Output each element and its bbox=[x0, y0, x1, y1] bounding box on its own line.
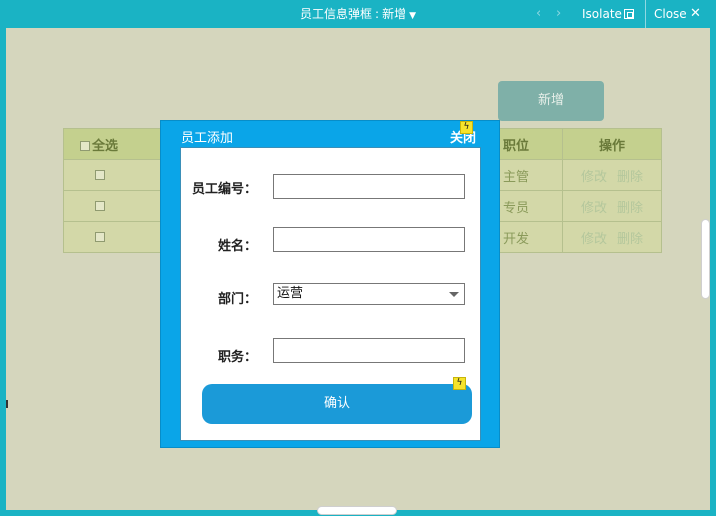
horizontal-scrollbar[interactable] bbox=[317, 506, 397, 515]
position-input[interactable] bbox=[273, 338, 465, 363]
position-header: 职位 bbox=[499, 128, 563, 160]
position-label: 职务： bbox=[217, 350, 257, 365]
chevron-down-icon[interactable] bbox=[449, 292, 459, 297]
title-bar: 员工信息弹框: 新增 ▼ ‹ › Isolate Close ✕ bbox=[0, 0, 716, 28]
delete-link[interactable]: 删除 bbox=[617, 201, 643, 216]
select-all-checkbox[interactable] bbox=[80, 141, 90, 151]
row-actions: 修改 删除 bbox=[562, 159, 662, 191]
employee-add-dialog: 员工添加 关闭 ϟ 员工编号： 姓名： 部门： 运营 职务： 确认 ϟ bbox=[160, 120, 500, 448]
edit-link[interactable]: 修改 bbox=[581, 170, 607, 185]
interaction-bolt-icon[interactable]: ϟ bbox=[460, 121, 473, 134]
department-select[interactable]: 运营 bbox=[273, 283, 465, 305]
row-actions: 修改 删除 bbox=[562, 221, 662, 253]
row-checkbox[interactable] bbox=[95, 170, 105, 180]
close-button[interactable]: Close bbox=[654, 0, 687, 28]
chevron-down-icon[interactable]: ▼ bbox=[409, 11, 416, 21]
department-label: 部门： bbox=[217, 292, 257, 307]
row-check-cell bbox=[63, 159, 162, 191]
isolate-button[interactable]: Isolate bbox=[582, 0, 622, 28]
row-check-cell bbox=[63, 190, 162, 222]
vertical-scrollbar[interactable] bbox=[701, 219, 710, 299]
dialog-form: 员工编号： 姓名： 部门： 运营 职务： 确认 ϟ bbox=[180, 147, 481, 441]
actions-header: 操作 bbox=[562, 128, 662, 160]
titlebar-divider bbox=[645, 0, 646, 28]
row-position: 主管 bbox=[499, 159, 563, 191]
state-name: 新增 bbox=[382, 7, 407, 21]
row-checkbox[interactable] bbox=[95, 201, 105, 211]
row-check-cell bbox=[63, 221, 162, 253]
delete-link[interactable]: 删除 bbox=[617, 170, 643, 185]
confirm-button[interactable]: 确认 bbox=[202, 384, 472, 424]
dialog-title: 员工添加 bbox=[181, 131, 234, 146]
row-checkbox[interactable] bbox=[95, 232, 105, 242]
department-selected-value: 运营 bbox=[277, 286, 304, 301]
delete-link[interactable]: 删除 bbox=[617, 232, 643, 247]
employee-id-input[interactable] bbox=[273, 174, 465, 199]
select-all-label: 全选 bbox=[92, 138, 119, 154]
nav-next-icon[interactable]: › bbox=[556, 0, 561, 28]
edit-link[interactable]: 修改 bbox=[581, 201, 607, 216]
row-position: 开发 bbox=[499, 221, 563, 253]
isolate-icon[interactable] bbox=[624, 9, 634, 19]
dialog-name: 员工信息弹框 bbox=[300, 7, 373, 21]
select-all-header[interactable]: 全选 bbox=[63, 128, 162, 160]
add-new-button[interactable]: 新增 bbox=[498, 81, 604, 121]
close-icon[interactable]: ✕ bbox=[690, 0, 701, 28]
nav-prev-icon[interactable]: ‹ bbox=[536, 0, 541, 28]
name-input[interactable] bbox=[273, 227, 465, 252]
row-actions: 修改 删除 bbox=[562, 190, 662, 222]
resize-marker bbox=[6, 400, 8, 408]
employee-id-label: 员工编号： bbox=[191, 182, 257, 197]
name-label: 姓名： bbox=[217, 239, 257, 254]
title-separator: : bbox=[375, 7, 380, 21]
edit-link[interactable]: 修改 bbox=[581, 232, 607, 247]
row-position: 专员 bbox=[499, 190, 563, 222]
interaction-bolt-icon[interactable]: ϟ bbox=[453, 377, 466, 390]
